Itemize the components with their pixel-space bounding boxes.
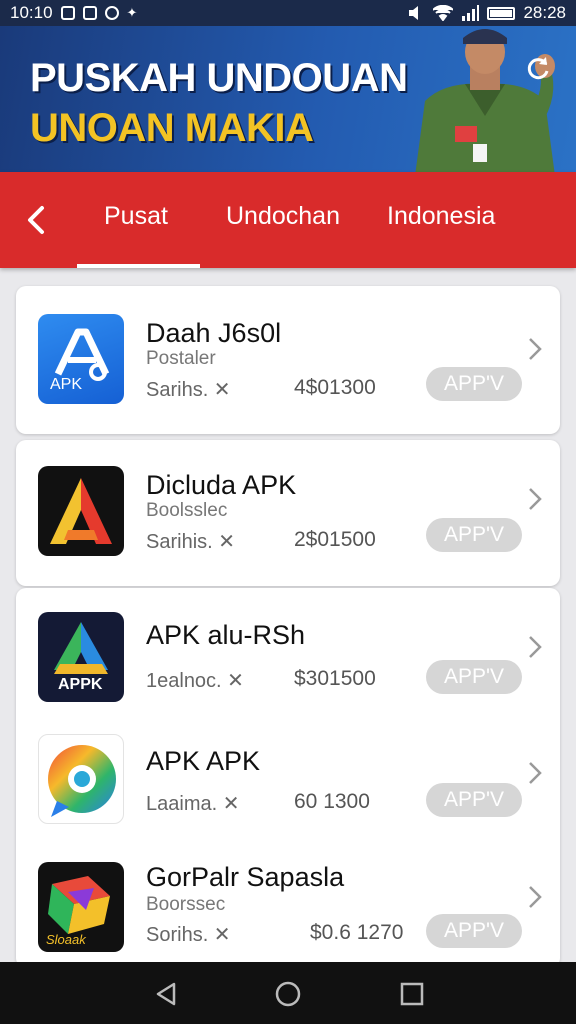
icon-label: APPK xyxy=(58,676,103,693)
app-install-button[interactable]: APP'V xyxy=(426,367,522,401)
app-meta: Sorihs. ✕ xyxy=(146,924,237,946)
icon-label: Sloaak xyxy=(46,932,86,947)
app-developer: Postaler xyxy=(146,348,216,369)
tab-undochan[interactable]: Undochan xyxy=(226,202,340,231)
back-chevron-icon[interactable] xyxy=(20,200,54,240)
app-meta: 1ealnoc. ✕ xyxy=(146,670,250,692)
clock-right: 28:28 xyxy=(523,3,566,22)
mute-icon xyxy=(409,6,419,20)
app-name: Daah J6s0l xyxy=(146,318,282,348)
header-banner: PUSKAH UNDOUAN UNOAN MAKIA xyxy=(0,26,576,176)
tab-indonesia[interactable]: Indonesia xyxy=(387,202,495,231)
banner-title-line1: PUSKAH UNDOUAN xyxy=(30,56,408,100)
back-icon[interactable] xyxy=(152,980,180,1008)
app-install-button[interactable]: APP'V xyxy=(426,660,522,694)
banner-title-line2: UNOAN MAKIA xyxy=(30,106,314,150)
app-size: $0.6 1270 xyxy=(310,921,404,944)
soldier-illustration xyxy=(415,29,555,176)
app-name: APK APK xyxy=(146,746,261,776)
app-name: Dicluda APK xyxy=(146,470,297,500)
shield-icon xyxy=(104,6,119,20)
tab-bar: Pusat Undochan Indonesia xyxy=(0,172,576,268)
chevron-right-icon xyxy=(529,488,542,510)
icon-label: APK xyxy=(50,376,83,393)
app-install-button[interactable]: APP'V xyxy=(426,518,522,552)
app-size: $301500 xyxy=(294,667,376,690)
app-install-button[interactable]: APP'V xyxy=(426,783,522,817)
chevron-right-icon xyxy=(529,338,542,360)
app-list-item[interactable]: APK APK Laaima. ✕ 60 1300 APP'V xyxy=(16,720,560,840)
home-icon[interactable] xyxy=(274,980,302,1008)
app-name: APK alu-RSh xyxy=(146,620,306,650)
app-size: 60 1300 xyxy=(294,790,370,813)
sync-icon: ✦ xyxy=(126,5,138,20)
app-size: 4$01300 xyxy=(294,376,376,399)
status-bar: 10:10 ✦ 28:28 xyxy=(0,0,576,26)
app-install-button[interactable]: APP'V xyxy=(426,914,522,948)
signal-icon xyxy=(462,5,480,21)
chevron-right-icon xyxy=(529,886,542,908)
cube-icon: Sloaak xyxy=(38,862,124,952)
gallery-icon xyxy=(82,6,97,20)
active-tab-indicator xyxy=(77,264,200,268)
battery-icon xyxy=(487,6,516,20)
status-time: 10:10 xyxy=(10,3,53,22)
chat-bubble-icon xyxy=(38,734,124,824)
app-meta: Sarihs. ✕ xyxy=(146,379,231,401)
app-meta: Laaima. ✕ xyxy=(146,793,240,815)
app-list-item[interactable]: APPK APK alu-RSh 1ealnoc. ✕ $301500 APP'… xyxy=(16,588,560,718)
chevron-right-icon xyxy=(529,762,542,784)
tab-pusat[interactable]: Pusat xyxy=(104,202,168,231)
system-nav-bar xyxy=(0,962,576,1024)
status-left: 10:10 ✦ xyxy=(10,3,137,23)
notification-icon xyxy=(60,6,75,20)
app-list-item[interactable]: Dicluda APK Boolsslec Sarihis. ✕ 2$01500… xyxy=(16,440,560,586)
chevron-right-icon xyxy=(529,636,542,658)
app-list-item[interactable]: Sloaak GorPalr Sapasla Boorssec Sorihs. … xyxy=(16,842,560,962)
wifi-icon xyxy=(433,5,454,21)
app-meta: Sarihis. ✕ xyxy=(146,531,236,553)
refresh-icon[interactable] xyxy=(524,54,552,82)
prism-apk-icon: APPK xyxy=(38,612,124,702)
triangle-apk-icon xyxy=(38,466,124,556)
recents-icon[interactable] xyxy=(398,980,426,1008)
app-list-item[interactable]: APK Daah J6s0l Postaler Sarihs. ✕ 4$0130… xyxy=(16,286,560,434)
app-developer: Boolsslec xyxy=(146,500,228,521)
app-size: 2$01500 xyxy=(294,528,376,551)
status-right: 28:28 xyxy=(407,3,566,23)
app-developer: Boorssec xyxy=(146,894,226,915)
app-name: GorPalr Sapasla xyxy=(146,862,345,892)
blue-apk-icon: APK xyxy=(38,314,124,404)
